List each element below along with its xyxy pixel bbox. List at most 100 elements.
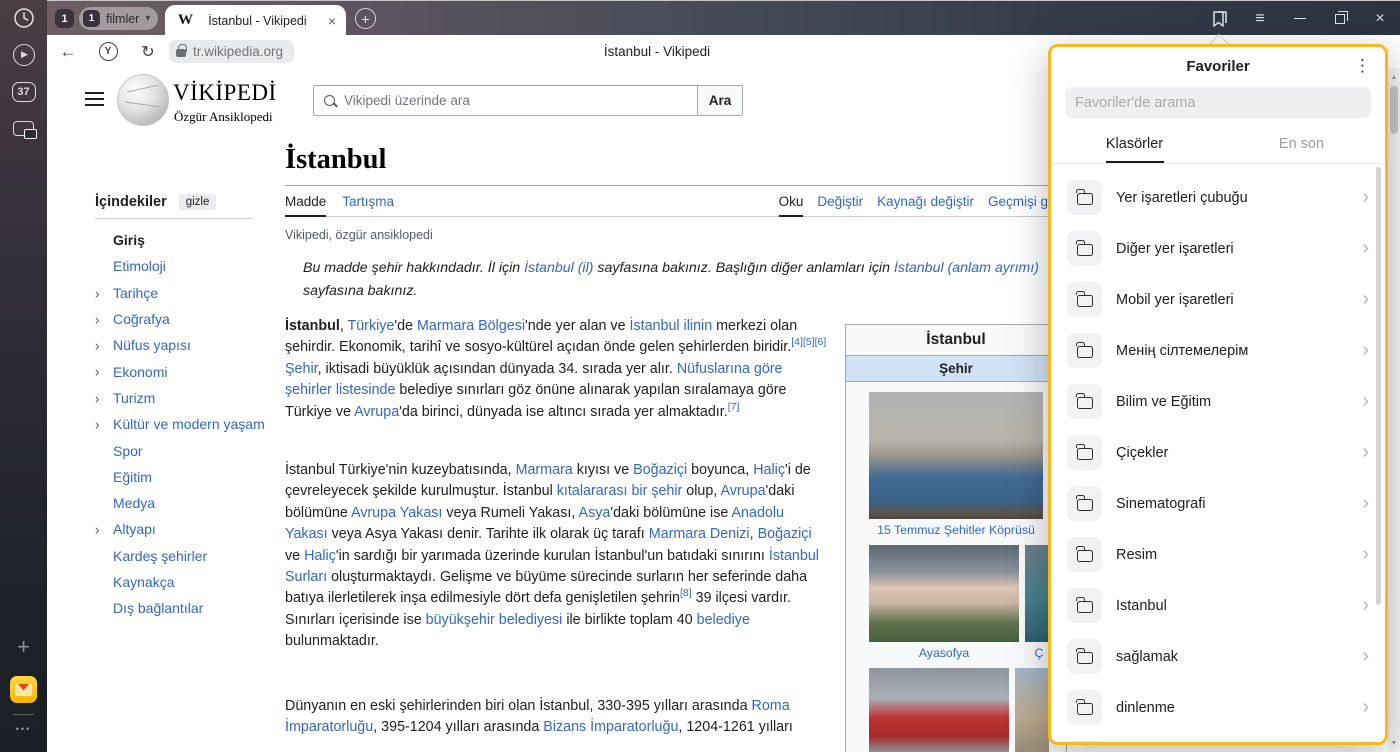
toc-item[interactable]: › Giriş — [95, 227, 285, 253]
scrollbar-thumb[interactable] — [1390, 86, 1398, 134]
infobox-image-tram[interactable] — [869, 668, 1009, 752]
toc-item[interactable]: › Turizm — [95, 385, 285, 411]
favorites-search-box[interactable] — [1065, 87, 1371, 118]
wiki-search-input[interactable] — [344, 93, 697, 108]
history-icon[interactable] — [11, 5, 36, 30]
sidebar-more-button[interactable]: ••• — [0, 724, 47, 734]
scroll-up-icon[interactable]: ▲ — [1388, 70, 1400, 84]
folder-row[interactable]: Diğer yer işaretleri › — [1051, 223, 1385, 274]
infobox-caption-1[interactable]: 15 Temmuz Şehitler Köprüsü — [869, 523, 1043, 537]
toc-item[interactable]: › Kaynakça — [95, 569, 285, 595]
toc-item[interactable]: › Spor — [95, 437, 285, 463]
folder-label[interactable]: dinlenme — [1116, 700, 1362, 716]
toc-item[interactable]: › Tarihçe — [95, 280, 285, 306]
toc-item[interactable]: › Kültür ve modern yaşam — [95, 411, 285, 437]
toc-hide-button[interactable]: gizle — [179, 194, 217, 210]
browser-menu-icon[interactable]: ≡ — [1240, 1, 1280, 36]
chevron-right-icon[interactable]: › — [1362, 595, 1369, 615]
chevron-right-icon[interactable]: › — [95, 284, 99, 301]
back-button[interactable]: ← — [55, 35, 81, 68]
chevron-right-icon[interactable]: › — [1362, 340, 1369, 360]
folder-row[interactable]: Mobil yer işaretleri › — [1051, 274, 1385, 325]
folder-label[interactable]: sağlamak — [1116, 649, 1362, 665]
scroll-down-icon[interactable]: ▼ — [1388, 736, 1400, 750]
folder-row[interactable]: › — [1051, 733, 1385, 745]
maximize-button[interactable] — [1320, 1, 1360, 36]
toc-item[interactable]: › Nüfus yapısı — [95, 332, 285, 358]
new-tab-button[interactable]: + — [355, 8, 376, 29]
infobox-caption-2[interactable]: Ayasofya — [869, 646, 1019, 660]
folder-row[interactable]: İstanbul › — [1051, 580, 1385, 631]
chevron-right-icon[interactable]: › — [1362, 646, 1369, 666]
chevron-right-icon[interactable]: › — [95, 521, 99, 538]
page-scrollbar[interactable]: ▲ ▼ — [1388, 68, 1400, 752]
active-tab[interactable]: W İstanbul - Vikipedi × — [165, 5, 346, 36]
folder-label[interactable]: Mobil yer işaretleri — [1116, 292, 1362, 308]
toc-item[interactable]: › Kardeş şehirler — [95, 543, 285, 569]
yandex-mail-icon[interactable] — [10, 676, 37, 703]
kebab-menu-icon[interactable]: ⋮ — [1354, 56, 1371, 76]
tab-group-filmler[interactable]: 1 filmler ▾ — [79, 7, 158, 30]
folder-label[interactable]: Bilim ve Eğitim — [1116, 394, 1362, 410]
folder-row[interactable]: dinlenme › — [1051, 682, 1385, 733]
toc-item[interactable]: › Eğitim — [95, 464, 285, 490]
wiki-search-button[interactable]: Ara — [697, 86, 742, 115]
folder-label[interactable]: İstanbul — [1116, 598, 1362, 614]
folder-row[interactable]: sağlamak › — [1051, 631, 1385, 682]
folder-row[interactable]: Resim › — [1051, 529, 1385, 580]
toc-item[interactable]: › Medya — [95, 490, 285, 516]
chevron-right-icon[interactable]: › — [1362, 697, 1369, 717]
article-action-tab[interactable]: Değiştir — [817, 194, 863, 217]
bookmarks-panel-icon[interactable] — [1200, 1, 1240, 36]
add-panel-button[interactable]: + — [11, 634, 36, 659]
chevron-right-icon[interactable]: › — [95, 416, 99, 433]
infobox-image-partial-2[interactable] — [1015, 668, 1049, 752]
article-tab[interactable]: Tartışma — [342, 194, 394, 217]
chevron-right-icon[interactable]: › — [95, 363, 99, 380]
article-action-tab[interactable]: Oku — [779, 194, 804, 217]
folder-label[interactable]: Sinematografi — [1116, 496, 1362, 512]
folder-label[interactable]: Yer işaretleri çubuğu — [1116, 190, 1362, 206]
toc-item[interactable]: › Altyapı — [95, 516, 285, 542]
chevron-right-icon[interactable]: › — [95, 311, 99, 328]
favorites-search-input[interactable] — [1075, 95, 1361, 111]
folder-label[interactable]: Менің сілтемелерім — [1116, 343, 1362, 359]
chevron-right-icon[interactable]: › — [1362, 187, 1369, 207]
infobox-image-bridge[interactable] — [869, 392, 1043, 519]
player-icon[interactable]: ▶ — [11, 42, 36, 67]
wiki-logo-title[interactable]: VİKİPEDİ — [173, 80, 277, 106]
tab-folders[interactable]: Klasörler — [1051, 124, 1218, 163]
chevron-right-icon[interactable]: › — [1362, 391, 1369, 411]
panel-scrollbar-thumb[interactable] — [1376, 167, 1381, 605]
toc-item[interactable]: › Ekonomi — [95, 358, 285, 384]
folder-row[interactable]: Bilim ve Eğitim › — [1051, 376, 1385, 427]
toc-item[interactable]: › Etimoloji — [95, 253, 285, 279]
reload-button[interactable]: ↻ — [135, 35, 161, 68]
chevron-right-icon[interactable]: › — [95, 390, 99, 407]
chevron-right-icon[interactable]: › — [1362, 493, 1369, 513]
chevron-right-icon[interactable]: › — [1362, 289, 1369, 309]
folder-row[interactable]: Çiçekler › — [1051, 427, 1385, 478]
folder-row[interactable]: Sinematografi › — [1051, 478, 1385, 529]
folder-label[interactable]: Diğer yer işaretleri — [1116, 241, 1362, 257]
chevron-right-icon[interactable]: › — [95, 337, 99, 354]
address-bar[interactable]: tr.wikipedia.org — [169, 40, 294, 63]
tab-recent[interactable]: En son — [1218, 124, 1385, 163]
toc-item[interactable]: › Dış bağlantılar — [95, 595, 285, 621]
wiki-menu-icon[interactable] — [85, 92, 104, 106]
close-window-button[interactable]: × — [1360, 1, 1400, 36]
wikipedia-logo[interactable] — [117, 74, 169, 126]
collapsed-tab-group[interactable]: 1 — [55, 9, 74, 28]
wiki-search-box[interactable]: Ara — [313, 85, 743, 116]
yandex-button[interactable]: Y — [95, 35, 121, 68]
article-tab[interactable]: Madde — [285, 194, 326, 217]
folder-label[interactable]: Resim — [1116, 547, 1362, 563]
folder-row[interactable]: Менің сілтемелерім › — [1051, 325, 1385, 376]
chevron-right-icon[interactable]: › — [1362, 238, 1369, 258]
close-tab-icon[interactable]: × — [322, 13, 336, 29]
screenshot-icon[interactable] — [11, 116, 36, 141]
infobox-image-ayasofya[interactable] — [869, 545, 1019, 642]
tab-count-badge[interactable]: 37 — [11, 79, 36, 104]
minimize-button[interactable] — [1280, 1, 1320, 36]
toc-item[interactable]: › Coğrafya — [95, 306, 285, 332]
